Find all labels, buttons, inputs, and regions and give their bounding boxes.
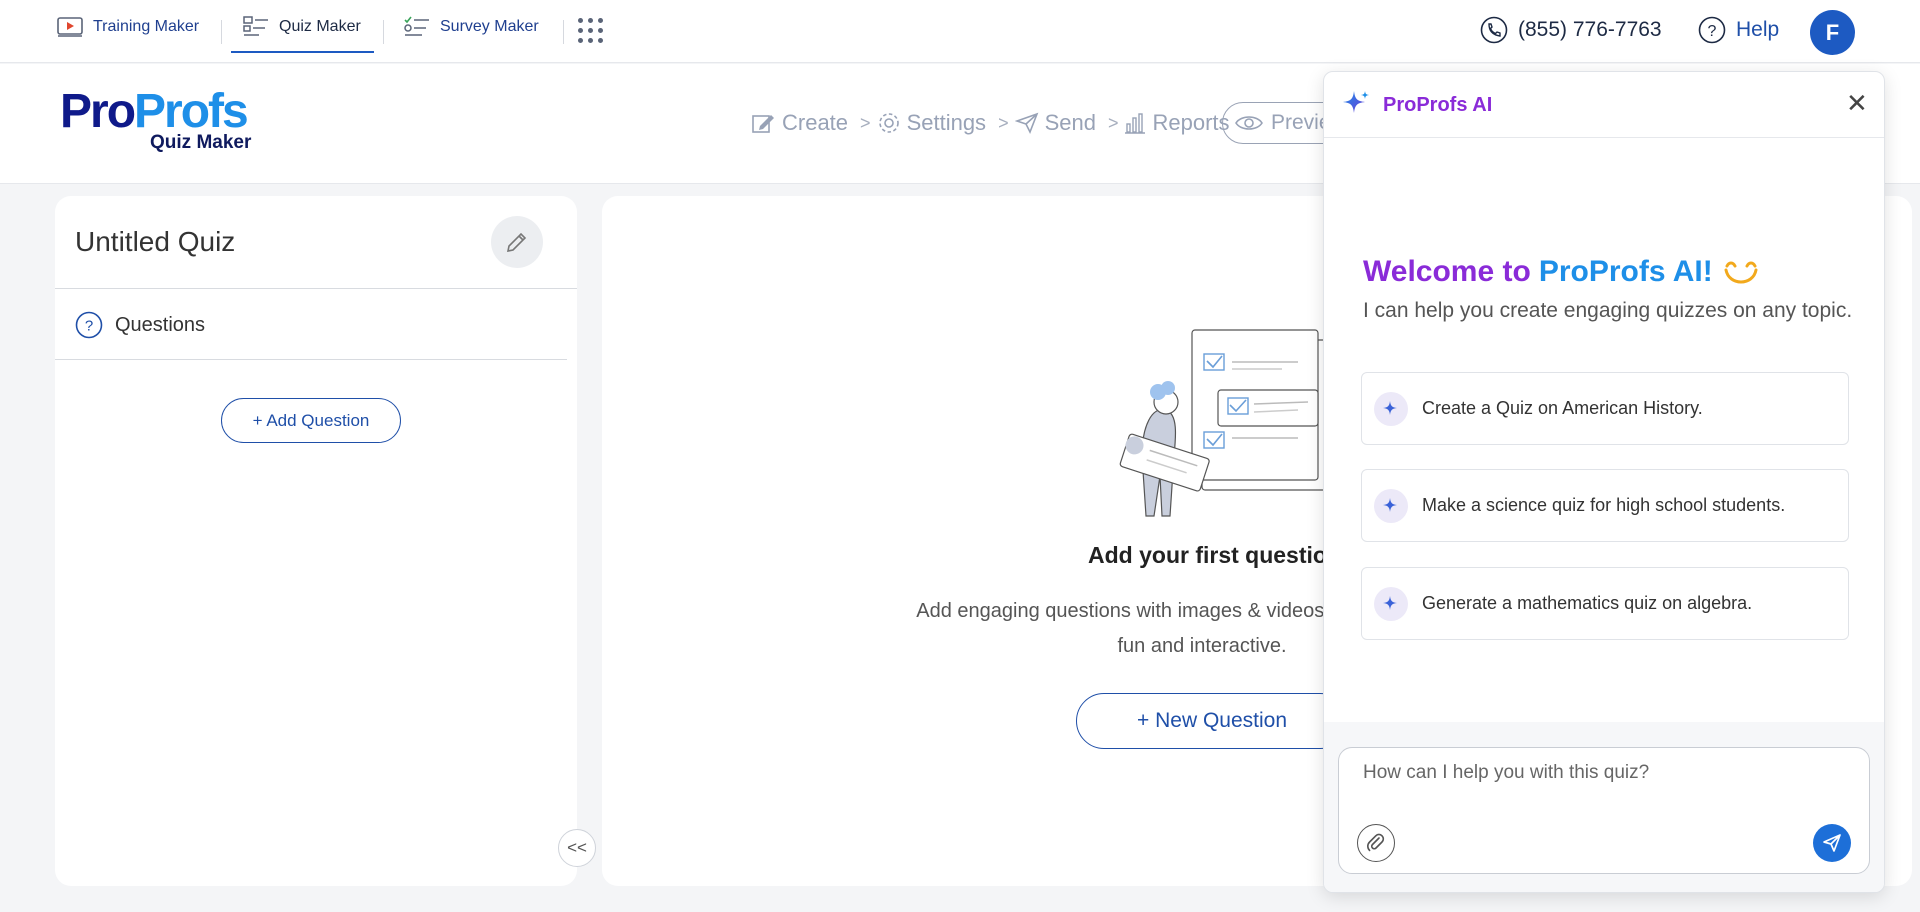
- ai-prompt-placeholder: How can I help you with this quiz?: [1363, 762, 1650, 783]
- close-icon[interactable]: ✕: [1846, 90, 1868, 116]
- help-circle-icon: ?: [1698, 16, 1726, 44]
- quiz-list-icon: [243, 15, 268, 36]
- questions-section[interactable]: ? Questions: [75, 311, 205, 339]
- eye-icon: [1235, 116, 1263, 130]
- edit-icon: [752, 115, 774, 133]
- apps-grid-icon[interactable]: [578, 18, 604, 44]
- step-send[interactable]: Send: [1014, 110, 1096, 136]
- ai-prompt-input[interactable]: How can I help you with this quiz?: [1338, 747, 1870, 874]
- video-play-icon: [57, 16, 83, 37]
- sparkle-icon: [1374, 586, 1408, 621]
- send-button[interactable]: [1813, 824, 1851, 862]
- paperclip-icon: [1367, 833, 1385, 852]
- product-label: Quiz Maker: [279, 17, 361, 35]
- send-icon: [1823, 834, 1841, 852]
- questions-label: Questions: [115, 313, 206, 336]
- divider: [55, 288, 577, 289]
- phone-text: (855) 776-7763: [1518, 18, 1662, 41]
- attach-button[interactable]: [1357, 824, 1395, 862]
- new-question-button[interactable]: + New Question: [1076, 693, 1348, 749]
- pencil-icon: [506, 232, 527, 253]
- product-label: Training Maker: [93, 17, 200, 35]
- edit-title-button[interactable]: [491, 216, 543, 268]
- step-settings[interactable]: Settings: [877, 110, 986, 136]
- divider: [563, 20, 564, 44]
- help-link[interactable]: ? Help: [1698, 16, 1779, 44]
- ai-panel-title: ProProfs AI: [1383, 94, 1493, 116]
- product-training-maker[interactable]: Training Maker: [57, 0, 207, 53]
- ai-suggestion[interactable]: Make a science quiz for high school stud…: [1361, 469, 1849, 542]
- smile-icon: [1724, 261, 1758, 284]
- sparkle-icon: [1374, 391, 1408, 426]
- quiz-illustration: [1119, 329, 1329, 517]
- svg-text:?: ?: [1708, 23, 1717, 40]
- bar-chart-icon: [1125, 113, 1146, 134]
- step-reports[interactable]: Reports: [1124, 110, 1230, 136]
- sparkle-icon: [1374, 488, 1408, 523]
- divider: [55, 359, 567, 360]
- proprofs-ai-panel: ProProfs AI ✕ Welcome to ProProfs AI! I …: [1323, 71, 1885, 893]
- chevron-right-icon: >: [860, 112, 871, 133]
- chevron-right-icon: >: [1107, 112, 1119, 133]
- quiz-title: Untitled Quiz: [75, 226, 236, 257]
- divider: [383, 20, 384, 44]
- svg-text:?: ?: [85, 318, 93, 335]
- user-avatar[interactable]: F: [1810, 10, 1855, 55]
- survey-checklist-icon: [404, 16, 429, 36]
- add-question-button[interactable]: + Add Question: [221, 398, 401, 443]
- phone-icon: [1480, 16, 1508, 44]
- questions-sidebar: Untitled Quiz ? Questions + Add Question: [55, 196, 577, 886]
- proprofs-logo[interactable]: ProProfs Quiz Maker: [60, 88, 251, 154]
- ai-welcome-heading: Welcome to ProProfs AI!: [1363, 255, 1761, 289]
- quiz-steps-nav: Create > Settings > Send > Reports: [752, 110, 1230, 136]
- ai-suggestion[interactable]: Generate a mathematics quiz on algebra.: [1361, 567, 1849, 640]
- product-survey-maker[interactable]: Survey Maker: [404, 0, 554, 53]
- gear-icon: [878, 113, 899, 133]
- step-create[interactable]: Create: [752, 110, 848, 136]
- product-bar: Training Maker Quiz Maker Survey Maker (…: [0, 0, 1920, 63]
- ai-intro-text: I can help you create engaging quizzes o…: [1363, 299, 1853, 322]
- ai-panel-header: ProProfs AI ✕: [1324, 72, 1884, 138]
- help-label: Help: [1736, 18, 1780, 41]
- send-plane-icon: [1014, 112, 1038, 134]
- empty-state-title: Add your first question: [1088, 542, 1341, 568]
- collapse-sidebar-button[interactable]: <<: [558, 829, 596, 867]
- product-quiz-maker[interactable]: Quiz Maker: [231, 0, 374, 53]
- ai-sparkle-icon: [1343, 91, 1369, 113]
- question-circle-icon: ?: [75, 311, 103, 339]
- logo-subtitle: Quiz Maker: [150, 132, 252, 153]
- divider: [221, 20, 222, 44]
- product-label: Survey Maker: [440, 17, 539, 35]
- chevron-right-icon: >: [998, 112, 1009, 133]
- ai-suggestion[interactable]: Create a Quiz on American History.: [1361, 372, 1849, 445]
- phone-number[interactable]: (855) 776-7763: [1480, 16, 1662, 44]
